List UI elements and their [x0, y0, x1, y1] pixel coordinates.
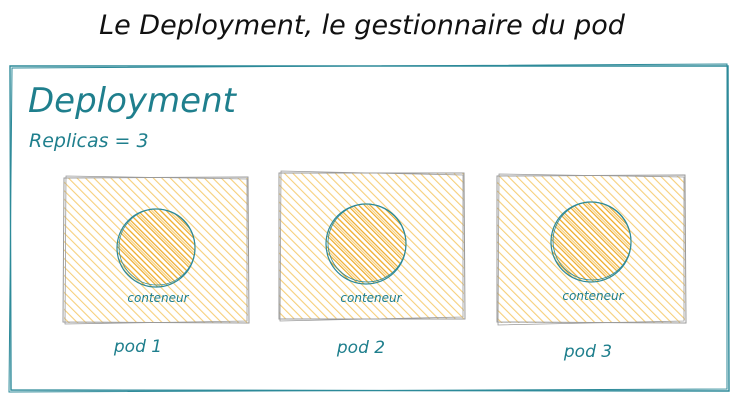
diagram-title: Le Deployment, le gestionnaire du pod [99, 10, 626, 41]
container-circle [550, 201, 632, 283]
pod-label: pod 3 [563, 342, 612, 362]
pod-box: conteneur [62, 175, 250, 325]
replicas-label: Replicas = 3 [29, 130, 149, 152]
deployment-diagram: Le Deployment, le gestionnaire du pod De… [8, 10, 730, 393]
container-label: conteneur [562, 289, 624, 303]
pod-label: pod 2 [336, 338, 385, 358]
pod-box: conteneur [496, 173, 687, 326]
container-label: conteneur [127, 291, 189, 305]
pod-box: conteneur [278, 170, 466, 322]
container-circle [325, 203, 407, 285]
container-circle [116, 208, 196, 288]
container-label: conteneur [340, 291, 402, 305]
deployment-label: Deployment [28, 81, 238, 121]
pod-label: pod 1 [113, 337, 162, 357]
